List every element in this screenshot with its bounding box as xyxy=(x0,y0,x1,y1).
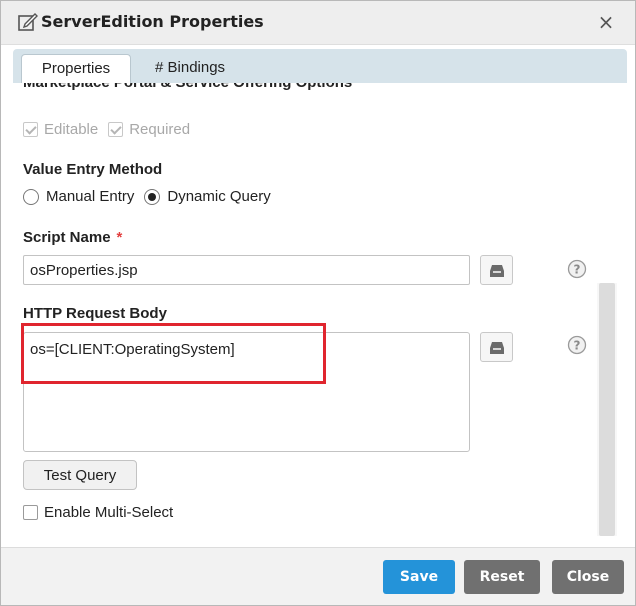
manual-entry-radio[interactable] xyxy=(23,188,39,205)
dynamic-query-label: Dynamic Query xyxy=(167,188,271,205)
title-bar: ServerEdition Properties × xyxy=(1,1,635,45)
required-label: Required xyxy=(129,121,191,138)
inbox-icon xyxy=(490,342,504,354)
help-icon[interactable]: ? xyxy=(567,335,587,355)
tab-bindings[interactable]: # Bindings xyxy=(143,54,237,83)
enable-multi-select-checkbox[interactable] xyxy=(23,505,38,520)
enable-multi-select-label: Enable Multi-Select xyxy=(44,504,174,521)
http-request-body-label: HTTP Request Body xyxy=(23,305,167,322)
test-query-button[interactable]: Test Query xyxy=(23,460,137,490)
script-name-input[interactable] xyxy=(23,255,470,285)
marketplace-options-heading: Marketplace Portal & Service Offering Op… xyxy=(23,83,352,91)
body-browse-button[interactable] xyxy=(480,332,513,362)
manual-entry-label: Manual Entry xyxy=(46,188,135,205)
dialog-title: ServerEdition Properties xyxy=(41,12,264,31)
help-icon[interactable]: ? xyxy=(567,259,587,279)
edit-icon xyxy=(17,11,39,33)
close-button[interactable]: Close xyxy=(552,560,624,594)
multi-select-row: Enable Multi-Select xyxy=(23,504,183,521)
value-entry-radio-group: Manual Entry Dynamic Query xyxy=(23,188,281,205)
save-button[interactable]: Save xyxy=(383,560,455,594)
scrollbar-thumb[interactable] xyxy=(599,283,615,536)
script-name-label-text: Script Name xyxy=(23,229,111,246)
editable-label: Editable xyxy=(44,121,99,138)
svg-text:?: ? xyxy=(574,339,581,353)
editable-checkbox[interactable] xyxy=(23,122,38,137)
marketplace-options-row: Editable Required xyxy=(23,121,200,138)
http-request-body-textarea[interactable]: os=[CLIENT:OperatingSystem] xyxy=(23,332,470,452)
script-name-label: Script Name * xyxy=(23,229,122,246)
value-entry-method-label: Value Entry Method xyxy=(23,161,163,178)
reset-button[interactable]: Reset xyxy=(464,560,540,594)
close-icon[interactable]: × xyxy=(595,10,617,34)
properties-content: Marketplace Portal & Service Offering Op… xyxy=(1,83,635,547)
script-browse-button[interactable] xyxy=(480,255,513,285)
dynamic-query-radio[interactable] xyxy=(144,188,161,205)
svg-text:?: ? xyxy=(574,263,581,277)
dialog-footer: Save Reset Close xyxy=(1,547,635,605)
tab-properties[interactable]: Properties xyxy=(21,54,131,83)
inbox-icon xyxy=(490,265,504,277)
required-marker: * xyxy=(116,229,123,246)
required-checkbox[interactable] xyxy=(108,122,124,137)
tab-bar: Properties # Bindings xyxy=(13,49,627,83)
properties-dialog: ServerEdition Properties × Properties # … xyxy=(0,0,636,606)
